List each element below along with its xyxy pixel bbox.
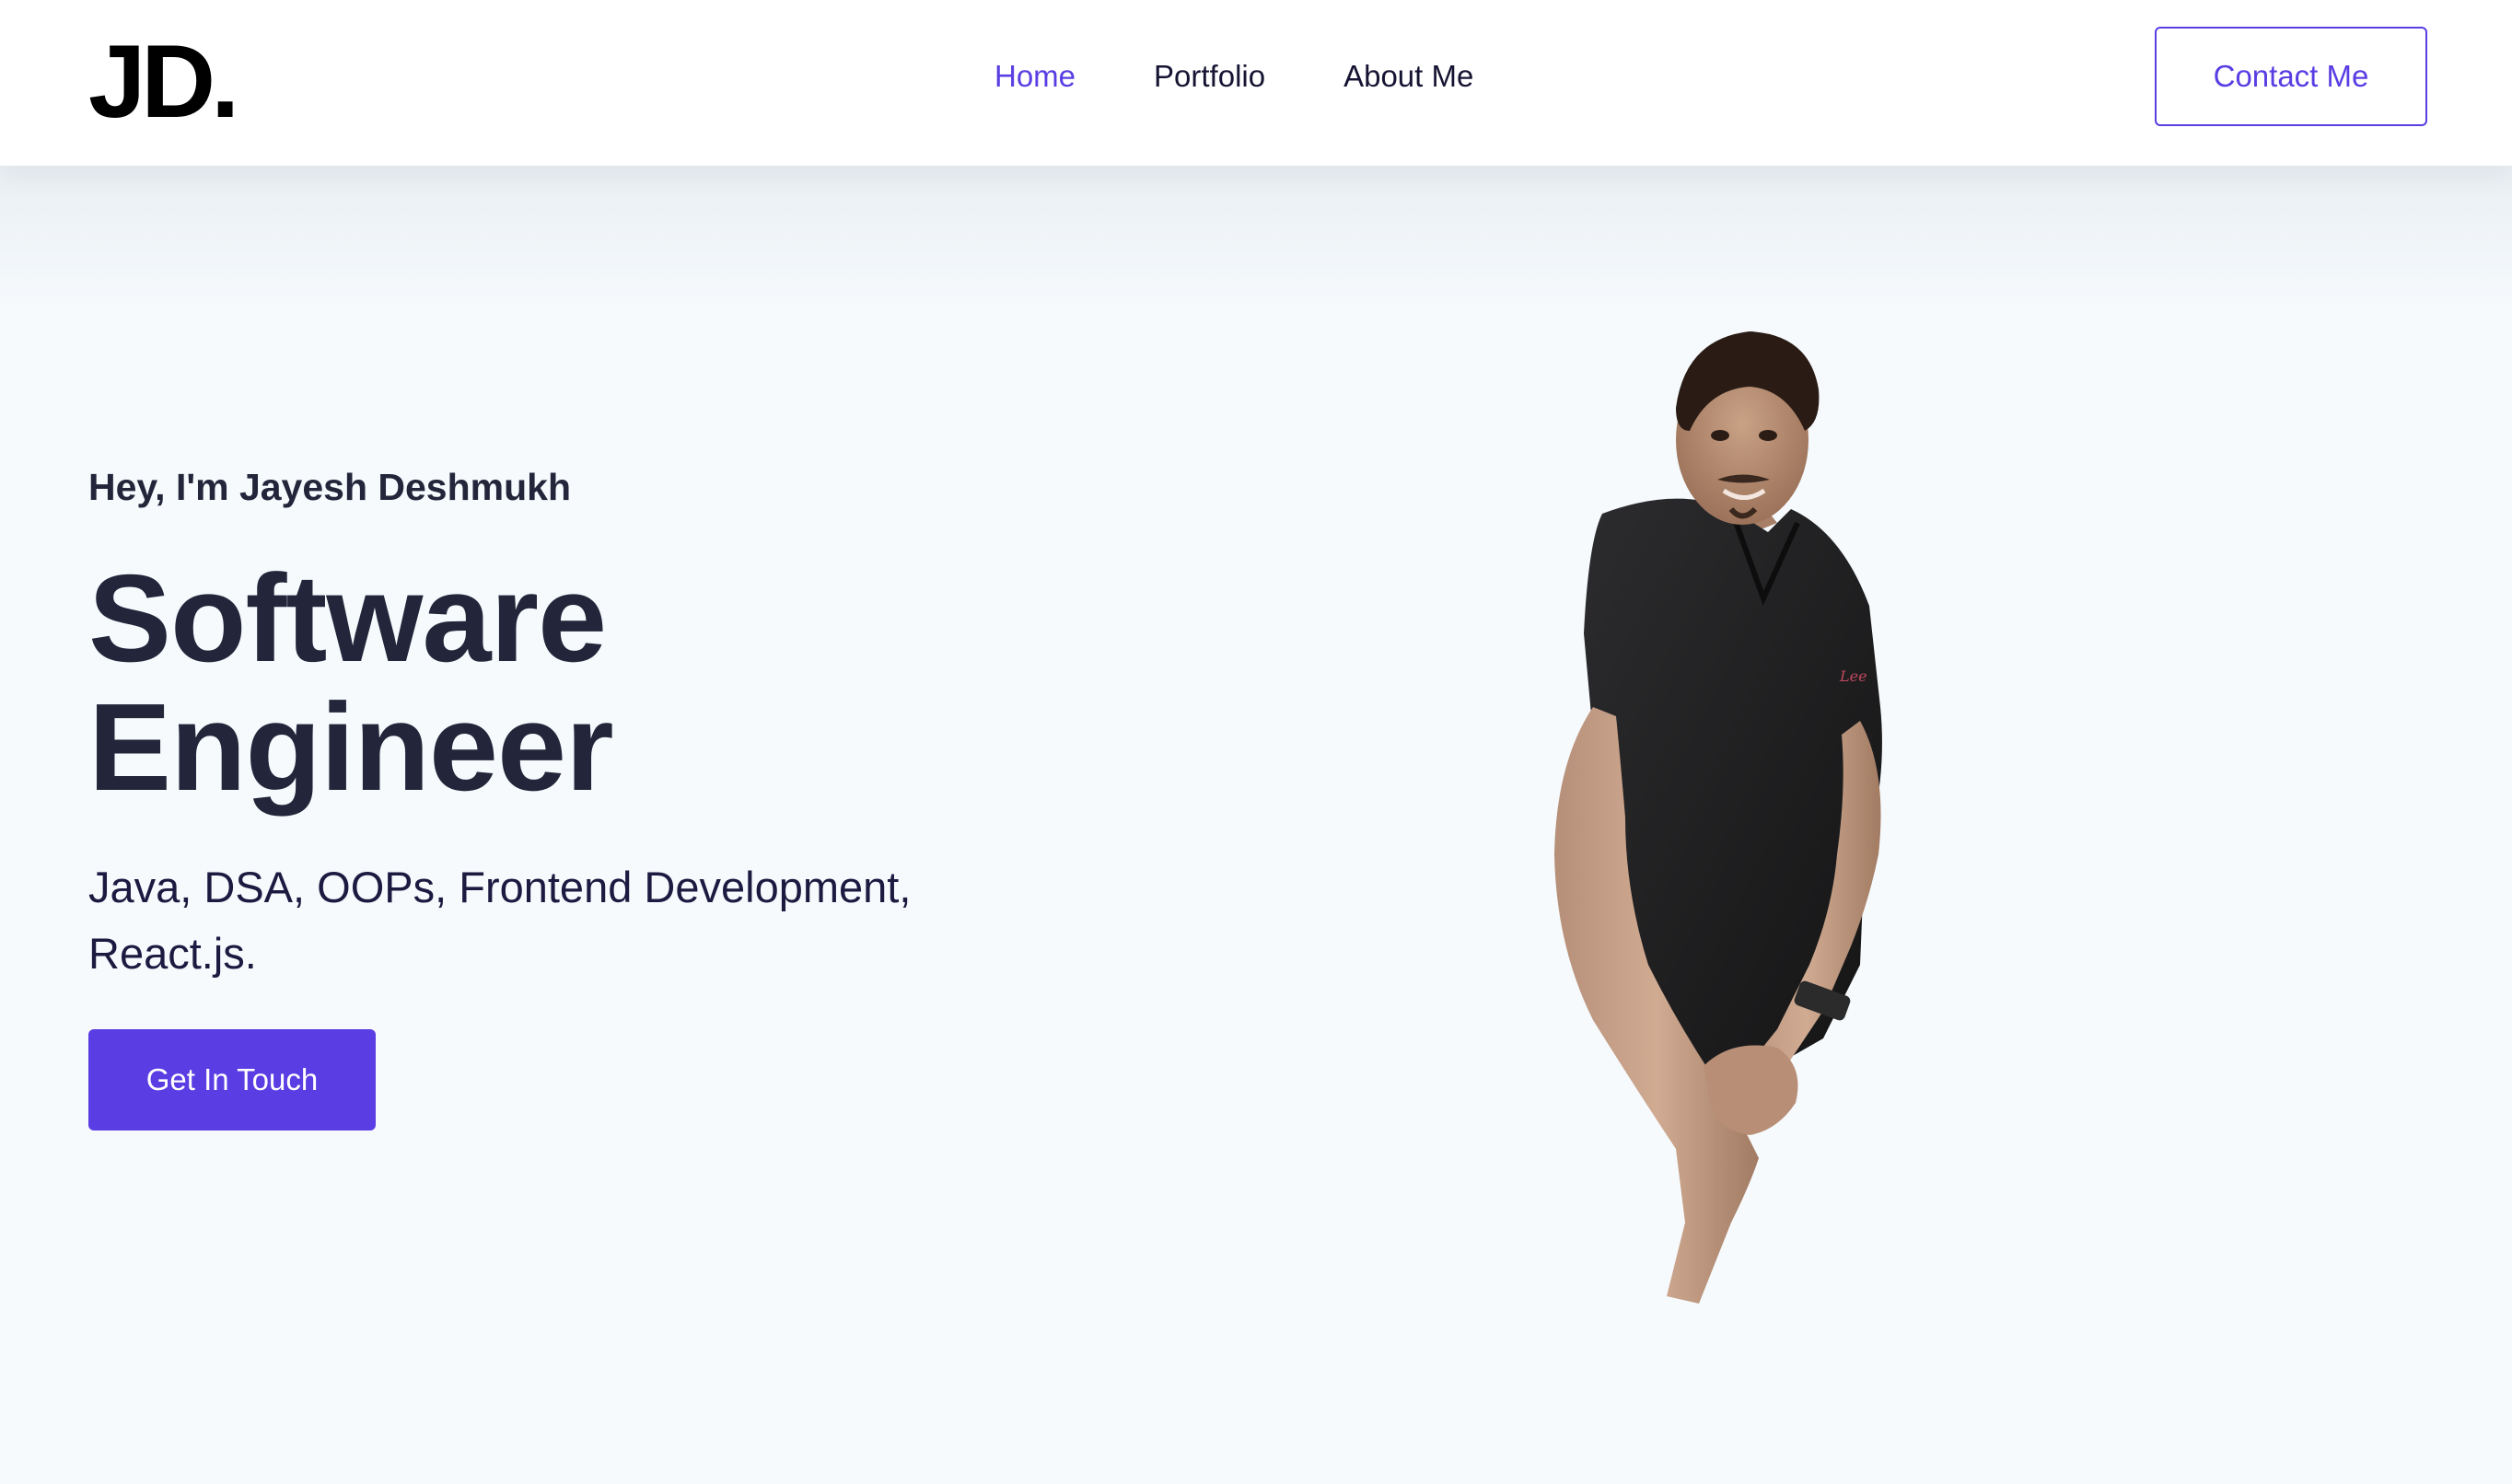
main-nav: Home Portfolio About Me xyxy=(994,53,1473,99)
hero-skills: Java, DSA, OOPs, Frontend Development, R… xyxy=(88,863,912,978)
hero-title: Software Engineer xyxy=(88,549,614,817)
hero-greeting: Hey, I'm Jayesh Deshmukh xyxy=(88,466,571,508)
contact-me-button[interactable]: Contact Me xyxy=(2155,27,2427,126)
nav-link-about-me[interactable]: About Me xyxy=(1343,53,1473,99)
hero-title-line2: Engineer xyxy=(88,678,614,817)
profile-portrait-image: Lee xyxy=(1554,331,1882,1304)
hero-title-line1: Software xyxy=(88,549,607,688)
shirt-logo-text: Lee xyxy=(1839,667,1867,685)
nav-link-home[interactable]: Home xyxy=(994,53,1076,99)
top-navbar: JD. Home Portfolio About Me Contact Me xyxy=(0,0,2512,166)
hero-section xyxy=(0,166,2512,1484)
site-logo[interactable]: JD. xyxy=(88,20,239,144)
nav-link-portfolio[interactable]: Portfolio xyxy=(1154,53,1265,99)
get-in-touch-button[interactable]: Get In Touch xyxy=(88,1029,376,1130)
